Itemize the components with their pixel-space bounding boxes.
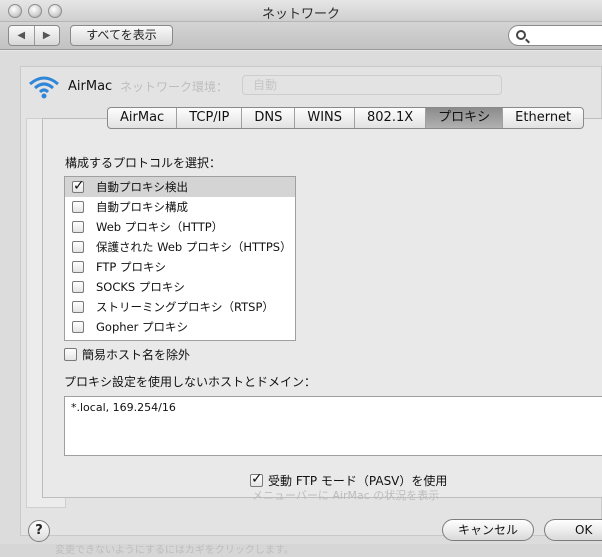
- tab-proxies[interactable]: プロキシ: [425, 108, 503, 128]
- toolbar: ◀ ▶ すべてを表示: [0, 22, 602, 50]
- tab-8021x[interactable]: 802.1X: [354, 108, 425, 128]
- lock-hint: 変更できないようにするにはカギをクリックします。: [0, 544, 602, 557]
- exclude-simple-hostnames-label: 簡易ホスト名を除外: [82, 348, 191, 362]
- tab-ethernet[interactable]: Ethernet: [502, 108, 583, 128]
- protocol-list: 自動プロキシ検出 自動プロキシ構成 Web プロキシ（HTTP） 保護された W…: [64, 176, 296, 341]
- window-title: ネットワーク: [261, 7, 340, 22]
- protocol-label: Web プロキシ（HTTP）: [96, 220, 224, 234]
- advanced-tab-bar: AirMac TCP/IP DNS WINS 802.1X プロキシ Ether…: [107, 107, 585, 129]
- protocol-checkbox[interactable]: [72, 301, 84, 313]
- back-button[interactable]: ◀: [9, 26, 34, 45]
- help-button[interactable]: ?: [28, 520, 50, 542]
- protocol-label: 自動プロキシ構成: [96, 200, 188, 214]
- tab-airmac[interactable]: AirMac: [108, 108, 176, 128]
- protocol-row-https[interactable]: 保護された Web プロキシ（HTTPS）: [65, 237, 295, 257]
- exclude-simple-hostnames[interactable]: 簡易ホスト名を除外: [64, 346, 190, 363]
- protocol-label: Gopher プロキシ: [96, 320, 188, 334]
- cancel-button[interactable]: キャンセル: [442, 519, 534, 541]
- service-name: AirMac: [68, 79, 113, 94]
- tab-wins[interactable]: WINS: [294, 108, 354, 128]
- protocol-checkbox[interactable]: [72, 241, 84, 253]
- ok-button[interactable]: OK: [544, 519, 602, 541]
- tab-dns[interactable]: DNS: [241, 108, 294, 128]
- forward-arrow-icon: ▶: [42, 30, 51, 41]
- show-all-button[interactable]: すべてを表示: [70, 25, 173, 46]
- passive-ftp-checkbox[interactable]: [250, 471, 263, 487]
- exclude-simple-hostnames-checkbox[interactable]: [64, 348, 77, 361]
- back-arrow-icon: ◀: [17, 30, 26, 41]
- protocol-section-label: 構成するプロトコルを選択：: [65, 156, 222, 170]
- location-label: ネットワーク環境：: [120, 80, 229, 94]
- protocol-row-auto-config[interactable]: 自動プロキシ構成: [65, 197, 295, 217]
- protocol-label: SOCKS プロキシ: [96, 280, 185, 294]
- protocol-label: 自動プロキシ検出: [96, 180, 188, 194]
- protocol-row-rtsp[interactable]: ストリーミングプロキシ（RTSP）: [65, 297, 295, 317]
- protocol-label: ストリーミングプロキシ（RTSP）: [96, 300, 274, 314]
- protocol-checkbox[interactable]: [72, 281, 84, 293]
- protocol-checkbox[interactable]: [72, 221, 84, 233]
- search-field[interactable]: [508, 25, 602, 46]
- forward-button[interactable]: ▶: [33, 26, 60, 45]
- history-navigation: ◀ ▶: [8, 25, 60, 46]
- protocol-label: 保護された Web プロキシ（HTTPS）: [96, 240, 292, 254]
- protocol-label: FTP プロキシ: [96, 260, 167, 274]
- protocol-row-http[interactable]: Web プロキシ（HTTP）: [65, 217, 295, 237]
- protocol-checkbox[interactable]: [72, 261, 84, 273]
- menubar-status-hint: メニューバーに AirMac の状況を表示: [252, 489, 440, 502]
- search-icon: [516, 30, 526, 40]
- bypass-hosts-label: プロキシ設定を使用しないホストとドメイン：: [64, 375, 317, 389]
- title-bar: ネットワーク: [0, 0, 602, 22]
- protocol-row-gopher[interactable]: Gopher プロキシ: [65, 317, 295, 337]
- protocol-row-auto-discovery[interactable]: 自動プロキシ検出: [65, 177, 295, 197]
- protocol-row-ftp[interactable]: FTP プロキシ: [65, 257, 295, 277]
- airmac-wifi-icon: [29, 76, 59, 99]
- protocol-row-socks[interactable]: SOCKS プロキシ: [65, 277, 295, 297]
- tab-tcpip[interactable]: TCP/IP: [176, 108, 241, 128]
- location-popup: 自動: [242, 75, 502, 95]
- protocol-checkbox[interactable]: [72, 321, 84, 333]
- bypass-hosts-field[interactable]: *.local, 169.254/16: [64, 396, 602, 456]
- protocol-checkbox[interactable]: [72, 178, 85, 194]
- protocol-checkbox[interactable]: [72, 201, 84, 213]
